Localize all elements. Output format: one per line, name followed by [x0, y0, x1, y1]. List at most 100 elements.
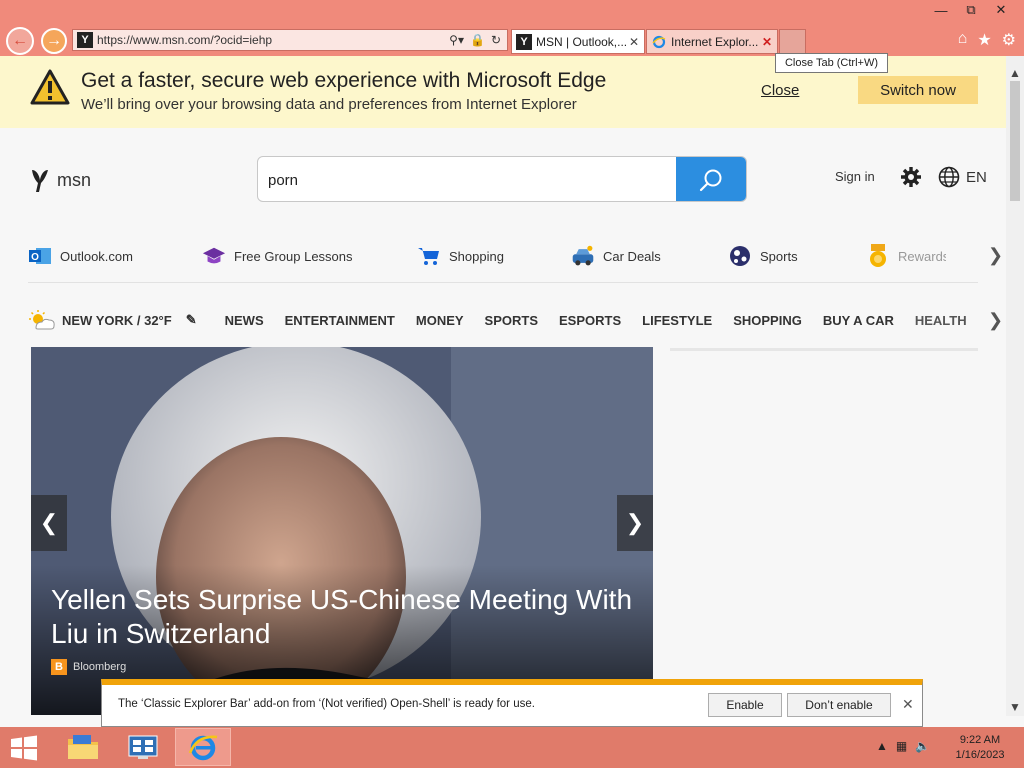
edit-pencil-icon[interactable]: ✎: [186, 312, 197, 328]
search-box[interactable]: [257, 156, 747, 202]
window-controls: — ⧉ ✕: [926, 0, 1016, 20]
logo-text: msn: [57, 169, 92, 190]
switch-now-button[interactable]: Switch now: [858, 76, 978, 104]
hero-story-card[interactable]: Yellen Sets Surprise US-Chinese Meeting …: [31, 347, 653, 715]
msn-logo[interactable]: msn: [29, 167, 91, 193]
nav-money[interactable]: MONEY: [416, 313, 464, 328]
file-explorer-taskbar-button[interactable]: [55, 728, 111, 766]
address-bar[interactable]: Y https://www.msn.com/?ocid=iehp ⚲▾ 🔒 ↻: [72, 29, 508, 51]
back-button[interactable]: ←: [6, 27, 34, 55]
browser-chrome: — ⧉ ✕ ← → Y https://www.msn.com/?ocid=ie…: [0, 0, 1024, 56]
quick-link-label: Sports: [760, 248, 798, 264]
side-card: [670, 348, 978, 351]
carousel-prev-button[interactable]: ❮: [31, 495, 67, 551]
internet-explorer-taskbar-button[interactable]: [175, 728, 231, 766]
browser-tools: ⌂ ★ ⚙: [958, 30, 1016, 50]
show-hidden-icons-icon[interactable]: ▲: [876, 739, 888, 753]
quick-link-label: Shopping: [449, 248, 504, 264]
nav-sports[interactable]: SPORTS: [485, 313, 538, 328]
quick-link-label: Car Deals: [603, 248, 661, 264]
quick-links-next-icon[interactable]: ❯: [988, 245, 1003, 266]
category-nav: NEW YORK / 32°F ✎ NEWS ENTERTAINMENT MON…: [28, 306, 967, 334]
home-icon[interactable]: ⌂: [958, 30, 968, 50]
close-icon[interactable]: ✕: [902, 696, 914, 713]
partly-cloudy-icon: [29, 310, 55, 330]
search-icon: [699, 169, 722, 192]
medal-icon: [866, 244, 890, 268]
settings-gear-icon[interactable]: [900, 166, 922, 188]
lock-icon[interactable]: 🔒: [470, 33, 485, 47]
taskbar-clock[interactable]: 9:22 AM 1/16/2023: [950, 733, 1010, 763]
scroll-thumb[interactable]: [1010, 81, 1020, 201]
close-tab-tooltip: Close Tab (Ctrl+W): [775, 53, 888, 73]
car-icon: [571, 244, 595, 268]
tab-title: MSN | Outlook,...: [536, 34, 627, 49]
nav-lifestyle[interactable]: LIFESTYLE: [642, 313, 712, 328]
restore-button[interactable]: ⧉: [956, 0, 986, 20]
search-input[interactable]: [268, 169, 668, 191]
carousel-next-button[interactable]: ❯: [617, 495, 653, 551]
settings-gear-icon[interactable]: ⚙: [1002, 30, 1016, 50]
refresh-icon[interactable]: ↻: [491, 33, 501, 47]
nav-buy-a-car[interactable]: BUY A CAR: [823, 313, 894, 328]
nav-entertainment[interactable]: ENTERTAINMENT: [285, 313, 395, 328]
quick-link-free-group-lessons[interactable]: Free Group Lessons: [202, 240, 353, 272]
banner-close-link[interactable]: Close: [761, 82, 799, 99]
volume-icon[interactable]: 🔈: [915, 739, 930, 753]
minimize-button[interactable]: —: [926, 0, 956, 20]
quick-link-rewards[interactable]: Rewards: [866, 240, 946, 272]
quick-links-bar: O Outlook.com Free Group Lessons Shoppin…: [28, 240, 978, 274]
msn-butterfly-icon: [32, 170, 48, 192]
category-nav-next-icon[interactable]: ❯: [988, 310, 1003, 331]
nav-shopping[interactable]: SHOPPING: [733, 313, 802, 328]
globe-icon[interactable]: [938, 166, 960, 188]
quick-link-label: Outlook.com: [60, 248, 133, 264]
quick-link-shopping[interactable]: Shopping: [417, 240, 504, 272]
quick-link-car-deals[interactable]: Car Deals: [571, 240, 661, 272]
tab-internet-explorer[interactable]: Internet Explor... ✕: [646, 29, 778, 54]
windows-start-icon[interactable]: [10, 735, 38, 761]
close-tab-icon[interactable]: ✕: [627, 35, 641, 49]
server-manager-icon: [128, 735, 158, 759]
quick-link-outlook[interactable]: O Outlook.com: [28, 240, 133, 272]
hero-headline[interactable]: Yellen Sets Surprise US-Chinese Meeting …: [51, 583, 641, 651]
favorites-star-icon[interactable]: ★: [977, 30, 991, 50]
addon-notification-bar: The ‘Classic Explorer Bar’ add-on from ‘…: [101, 679, 923, 727]
tab-title: Internet Explor...: [671, 34, 759, 49]
weather-widget[interactable]: NEW YORK / 32°F ✎: [28, 309, 197, 331]
nav-news[interactable]: NEWS: [225, 313, 264, 328]
nav-esports[interactable]: ESPORTS: [559, 313, 621, 328]
clock-time: 9:22 AM: [959, 734, 1001, 746]
sign-in-link[interactable]: Sign in: [835, 169, 875, 184]
address-url[interactable]: https://www.msn.com/?ocid=iehp: [97, 33, 449, 47]
divider: [28, 282, 978, 283]
quick-link-sports[interactable]: Sports: [728, 240, 798, 272]
system-tray: ▲ ▦ 🔈: [876, 739, 930, 753]
close-tab-icon[interactable]: ✕: [760, 35, 774, 49]
source-label: Bloomberg: [73, 661, 127, 673]
msn-favicon-icon: Y: [77, 32, 93, 48]
language-selector[interactable]: EN: [966, 169, 987, 186]
close-window-button[interactable]: ✕: [986, 0, 1016, 20]
network-icon[interactable]: ▦: [896, 739, 907, 753]
quick-link-label: Free Group Lessons: [234, 248, 353, 264]
weather-text: NEW YORK / 32°F: [62, 312, 172, 328]
svg-text:O: O: [31, 252, 39, 263]
forward-button[interactable]: →: [41, 28, 67, 54]
search-button[interactable]: [676, 157, 746, 201]
vertical-scrollbar[interactable]: ▲ ▼: [1006, 56, 1024, 716]
cart-icon: [417, 244, 441, 268]
folder-icon: [68, 735, 98, 759]
nav-health[interactable]: HEALTH: [915, 313, 967, 328]
scroll-up-icon[interactable]: ▲: [1009, 66, 1021, 80]
banner-subtitle: We’ll bring over your browsing data and …: [81, 96, 577, 113]
enable-button[interactable]: Enable: [708, 693, 782, 717]
dont-enable-button[interactable]: Don’t enable: [787, 693, 891, 717]
new-tab-button[interactable]: [779, 29, 806, 54]
addon-message: The ‘Classic Explorer Bar’ add-on from ‘…: [118, 698, 535, 710]
server-manager-taskbar-button[interactable]: [115, 728, 171, 766]
search-dropdown-icon[interactable]: ⚲▾: [449, 33, 464, 47]
scroll-down-icon[interactable]: ▼: [1009, 700, 1021, 714]
warning-icon: [30, 69, 70, 105]
tab-msn[interactable]: Y MSN | Outlook,... ✕: [511, 29, 645, 54]
